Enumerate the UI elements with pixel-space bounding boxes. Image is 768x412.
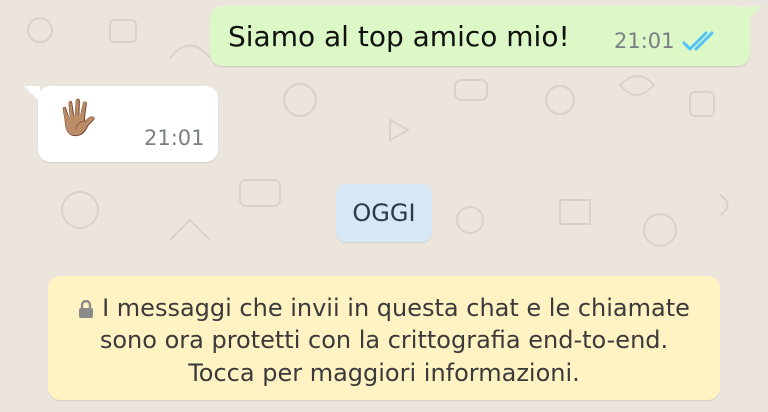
hand-emoji: 🖐🏽	[56, 98, 99, 138]
message-text: Siamo al top amico mio!	[228, 20, 570, 53]
double-check-read-icon	[682, 31, 714, 51]
date-separator: OGGI	[336, 184, 432, 242]
message-time: 21:01	[144, 126, 205, 150]
encryption-line-2-text: sono ora protetti con la crittografia en…	[99, 326, 669, 354]
lock-icon	[79, 300, 94, 318]
encryption-notice[interactable]: I messaggi che invii in questa chat e le…	[48, 276, 720, 400]
encryption-line-1-text: I messaggi che invii in questa chat e le…	[102, 294, 690, 322]
encryption-notice-line-1: I messaggi che invii in questa chat e le…	[48, 294, 720, 322]
message-time: 21:01	[614, 29, 675, 53]
outgoing-message-bubble[interactable]: Siamo al top amico mio! 21:01	[210, 6, 762, 66]
encryption-line-3-text: Tocca per maggiori informazioni.	[188, 359, 580, 387]
incoming-message-bubble[interactable]: 🖐🏽 21:01	[24, 86, 218, 162]
